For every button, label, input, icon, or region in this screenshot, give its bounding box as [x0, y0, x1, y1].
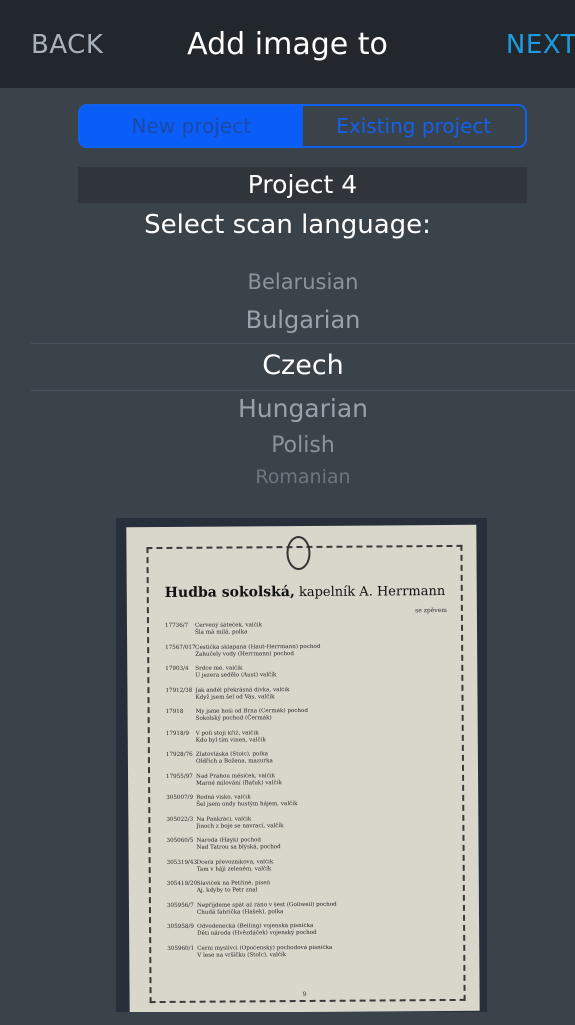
document-heading: Hudba sokolská, kapelník A. Herrmann	[165, 583, 446, 601]
entry-number: 305022/3	[166, 816, 194, 823]
entry-line: Šla má milá, polka	[195, 629, 248, 636]
entry-text: Národa (Hayk) pochod Nad Tatrou sa blýská…	[196, 836, 456, 852]
entry-text: Černí myslivci (Opočenský) pochodová pís…	[197, 943, 457, 959]
document-entry: 305960/1 Černí myslivci (Opočenský) pocho…	[167, 943, 457, 959]
project-type-segmented-control: New project Existing project	[78, 104, 527, 148]
picker-item-belarusian[interactable]: Belarusian	[31, 270, 575, 294]
next-button[interactable]: NEXT	[506, 30, 575, 60]
entry-text: Odvodenecká (Belling) vojenská písnička D…	[197, 922, 457, 938]
entry-text: Nepřijdeme spát až ráno v šest (Gollwell…	[197, 900, 457, 916]
entry-text: Srdce mé, valčík U jezera sedělo (Aust) v…	[195, 664, 455, 680]
picker-item-bulgarian[interactable]: Bulgarian	[31, 306, 575, 334]
document-entry: 305060/5 Národa (Hayk) pochod Nad Tatrou s…	[166, 836, 456, 852]
document-entry: 305419/20 Slavíček na Petříně, píseň Aj, k…	[167, 879, 457, 895]
picker-selection-line-top	[31, 343, 575, 344]
entry-line: U jezera sedělo (Aust) valčík	[195, 672, 277, 679]
entry-number: 17928/76	[165, 751, 193, 758]
entry-line: Oldřich a Božena, mazurka	[195, 758, 273, 765]
entry-number: 305319/43	[166, 859, 198, 866]
picker-item-romanian[interactable]: Romanian	[31, 466, 575, 488]
emblem-icon	[286, 535, 311, 571]
document-entry: 17955/97 Nad Prahou měsíček, valčík Marné …	[166, 771, 456, 787]
entry-number: 305956/7	[166, 902, 194, 909]
document-entry: 17918 My jsme hoši od Brna (Čermák) pocho…	[166, 707, 456, 723]
picker-selection-line-bottom	[31, 390, 575, 391]
document-entries: 17736/7 Červený šáteček, valčík Šla má mil…	[165, 621, 457, 967]
document-page: Hudba sokolská, kapelník A. Herrmann se …	[126, 524, 480, 1012]
entry-number: 305007/9	[166, 794, 194, 801]
entry-text: Zlatovláska (Stolc), polka Oldřich a Bože…	[196, 750, 456, 766]
entry-line: Jinoch z boje se navrací, valčík	[196, 822, 284, 830]
entry-line: Chudá fabrička (Hašek), polka	[196, 908, 284, 916]
entry-line: Zahučely vody (Herrmann) pochod	[195, 650, 295, 658]
picker-item-polish[interactable]: Polish	[31, 433, 575, 458]
entry-number: 305958/9	[167, 923, 194, 930]
entry-number: 17567/017	[165, 644, 196, 651]
scan-language-label: Select scan language:	[144, 210, 431, 240]
entry-number: 17912/38	[165, 687, 193, 694]
entry-line: Šel jsem ondy hustým hájem, valčík	[196, 801, 298, 808]
entry-line: Sokolský pochod (Čermák)	[195, 715, 272, 722]
document-entry: 17736/7 Červený šáteček, valčík Šla má mil…	[165, 621, 455, 637]
document-heading-bold: Hudba sokolská,	[164, 584, 295, 601]
entry-text: Dcera převozníkova, valčík Tam v háji zel…	[197, 857, 457, 873]
entry-text: Cestička sklapaná (Haut-Herrmann) pochod…	[195, 642, 455, 658]
document-entry: 305956/7 Nepřijdeme spát až ráno v šest (…	[167, 900, 457, 916]
entry-number: 17955/97	[166, 773, 193, 780]
entry-number: 305060/5	[166, 837, 194, 844]
scanned-image-preview: Hudba sokolská, kapelník A. Herrmann se …	[116, 518, 487, 1012]
page-title: Add image to	[187, 27, 388, 62]
language-picker[interactable]: Belarusian Bulgarian Czech Hungarian Pol…	[31, 258, 575, 488]
entry-line: Aj, kdyby to Petr znal	[196, 887, 258, 894]
entry-text: Nad Prahou měsíček, valčík Marné milování…	[196, 771, 456, 787]
entry-line: Když jsem šel od Vás, valčík	[195, 693, 275, 701]
document-entry: 17567/017 Cestička sklapaná (Haut-Herrman…	[165, 642, 455, 658]
document-entry: 305007/9 Rodná vísko, valčík Šel jsem ondy…	[166, 793, 456, 809]
entry-line: Marné milování (Baťuk) valčík	[196, 779, 282, 787]
entry-number: 305419/20	[166, 880, 198, 887]
project-name-field[interactable]: Project 4	[78, 167, 527, 203]
entry-line: V lese na vršíčku (Stolc), valčík	[197, 951, 287, 959]
entry-text: Červený šáteček, valčík Šla má milá, polk…	[195, 621, 455, 637]
entry-text: Jak anděl překrásná dívka, valčík Když js…	[195, 685, 455, 701]
entry-number: 17918	[165, 708, 184, 715]
entry-line: Kdo byl tím vinen, valčík	[195, 736, 266, 744]
navigation-bar: BACK Add image to NEXT	[0, 0, 575, 88]
entry-text: V poli stojí kříž, valčík Kdo byl tím vin…	[196, 728, 456, 744]
document-subheading: se zpěvem	[415, 606, 447, 615]
entry-line: Tam v háji zeleném, valčík	[196, 865, 272, 873]
document-heading-rest: kapelník A. Herrmann	[294, 584, 446, 601]
document-entry: 305022/3 Na Pankrácí, valčík Jinoch z boje…	[166, 814, 456, 830]
document-entry: 17903/4 Srdce mé, valčík U jezera sedělo (…	[165, 664, 455, 680]
entry-number: 17903/4	[165, 665, 189, 672]
entry-number: 17736/7	[164, 622, 189, 629]
picker-item-czech[interactable]: Czech	[31, 350, 575, 381]
picker-item-hungarian[interactable]: Hungarian	[31, 394, 575, 423]
entry-text: Slavíček na Petříně, píseň Aj, kdyby to P…	[197, 879, 457, 895]
document-entry: 17928/76 Zlatovláska (Stolc), polka Oldřic…	[166, 750, 456, 766]
entry-text: Na Pankrácí, valčík Jinoch z boje se navr…	[196, 814, 456, 830]
existing-project-segment[interactable]: Existing project	[303, 106, 526, 146]
entry-number: 17918/9	[165, 730, 190, 737]
entry-text: Rodná vísko, valčík Šel jsem ondy hustým …	[196, 793, 456, 809]
entry-number: 305960/1	[167, 945, 195, 952]
entry-line: Děti národa (Hvězdáček) vojenský pochod	[197, 929, 317, 937]
document-entry: 305319/43 Dcera převozníkova, valčík Tam v…	[167, 857, 457, 873]
document-entry: 17912/38 Jak anděl překrásná dívka, valčí…	[165, 685, 455, 701]
entry-line: Nad Tatrou sa blýská, pochod	[196, 844, 281, 851]
entry-text: My jsme hoši od Brna (Čermák) pochod Soko…	[196, 707, 456, 723]
document-entry: 305958/9 Odvodenecká (Belling) vojenská p…	[167, 922, 457, 938]
document-entry: 17918/9 V poli stojí kříž, valčík Kdo byl …	[166, 728, 456, 744]
new-project-segment[interactable]: New project	[80, 106, 303, 146]
